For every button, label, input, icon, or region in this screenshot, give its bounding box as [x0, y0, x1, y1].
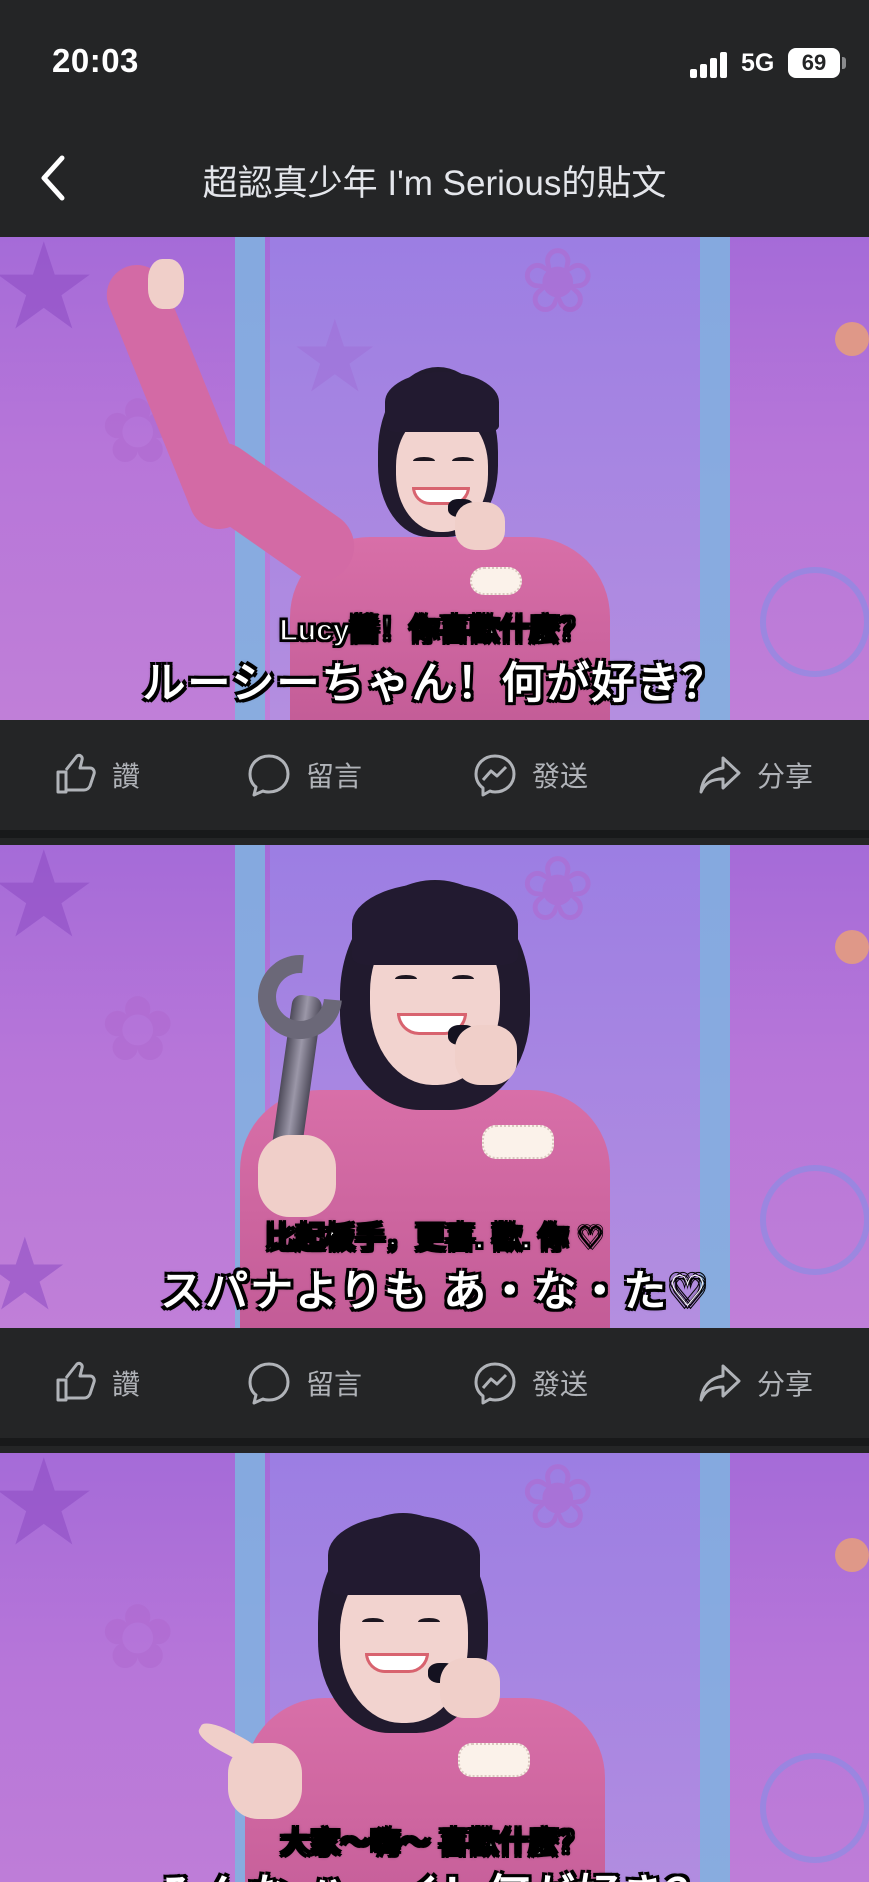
comment-button[interactable]: 留言	[246, 720, 362, 830]
page-header: 超認真少年 I'm Serious的貼文	[0, 120, 869, 237]
subtitle-chinese: 比起板手，更喜. 歡. 你 ♡	[264, 1221, 604, 1256]
like-label: 讚	[112, 761, 141, 792]
share-button[interactable]: 分享	[697, 1328, 813, 1438]
comment-label: 留言	[306, 761, 363, 792]
network-type: 5G	[741, 49, 775, 77]
thumbs-up-icon	[56, 753, 96, 794]
like-label: 讚	[112, 1369, 141, 1400]
battery-level: 69	[801, 50, 827, 75]
post-photo[interactable]: ★ ✿ ❀ 大家〜嗨〜 喜歡什麼？ みんな ハーイ！何が好き？	[0, 1453, 869, 1882]
photo-post: ★ ✿ ❀ 大家〜嗨〜 喜歡什麼？ みんな ハーイ！何が好き？	[0, 1453, 869, 1882]
status-time: 20:03	[52, 42, 139, 79]
thumbs-up-icon	[56, 1361, 96, 1402]
comment-button[interactable]: 留言	[246, 1328, 362, 1438]
flower-decoration	[835, 930, 869, 964]
subtitle-chinese: Lucy醬！你喜歡什麼？	[279, 613, 591, 648]
star-decoration: ★	[0, 845, 98, 962]
flower-decoration	[835, 322, 869, 356]
flower-decoration: ✿	[100, 980, 176, 1080]
share-label: 分享	[757, 761, 814, 792]
page-title: 超認真少年 I'm Serious的貼文	[202, 164, 667, 203]
share-arrow-icon	[699, 1364, 741, 1402]
send-label: 發送	[532, 1369, 589, 1400]
star-decoration: ★	[290, 301, 380, 413]
share-label: 分享	[757, 1369, 814, 1400]
signal-strength-icon	[690, 50, 730, 78]
comment-bubble-icon	[248, 1362, 290, 1405]
flower-decoration: ✿	[100, 1588, 176, 1688]
send-button[interactable]: 發送	[472, 1328, 588, 1438]
star-decoration: ★	[0, 237, 98, 354]
flower-decoration: ❀	[520, 237, 596, 332]
subtitle-japanese: みんな ハーイ！何が好き？	[0, 1861, 869, 1882]
post-photo[interactable]: ★ ✿ ❀ ★ 比起板手，更喜. 歡. 你 ♡ スパナよりも あ・な・た♡	[0, 845, 869, 1328]
subtitle-chinese: 大家〜嗨〜 喜歡什麼？	[280, 1826, 590, 1861]
back-button[interactable]	[32, 150, 82, 206]
photo-post: ★ ✿ ❀ ★ 比起板手，更喜. 歡. 你 ♡ スパナよりも あ・な・た♡ 讚	[0, 845, 869, 1446]
flower-decoration: ❀	[520, 1453, 596, 1548]
battery-icon: 69	[788, 48, 840, 78]
comment-bubble-icon	[248, 754, 290, 797]
post-separator	[0, 1438, 869, 1446]
comment-label: 留言	[306, 1369, 363, 1400]
messenger-icon	[474, 1362, 516, 1405]
share-button[interactable]: 分享	[697, 720, 813, 830]
post-photo[interactable]: ★ ★ ✿ ❀ Lucy醬！你喜歡什麼？ ルーシーちゃん！何が好き？	[0, 237, 869, 720]
send-label: 發送	[532, 761, 589, 792]
like-button[interactable]: 讚	[52, 720, 140, 830]
flower-decoration	[835, 1538, 869, 1572]
send-button[interactable]: 發送	[472, 720, 588, 830]
status-bar: 20:03 5G 69	[0, 0, 869, 120]
post-actions: 讚 留言 發送 分享	[0, 1328, 869, 1438]
subtitle-japanese: スパナよりも あ・な・た♡	[160, 1268, 709, 1316]
share-arrow-icon	[699, 756, 741, 794]
flower-decoration: ❀	[520, 845, 596, 940]
photo-post: ★ ★ ✿ ❀ Lucy醬！你喜歡什麼？ ルーシーちゃん！何が好き？ 讚 留言 …	[0, 237, 869, 838]
star-decoration: ★	[0, 1453, 98, 1570]
subtitle-japanese: ルーシーちゃん！何が好き？	[142, 660, 727, 708]
like-button[interactable]: 讚	[52, 1328, 140, 1438]
post-separator	[0, 830, 869, 838]
messenger-icon	[474, 754, 516, 797]
chevron-left-icon	[41, 155, 65, 201]
post-actions: 讚 留言 發送 分享	[0, 720, 869, 830]
battery-nub	[842, 57, 846, 69]
